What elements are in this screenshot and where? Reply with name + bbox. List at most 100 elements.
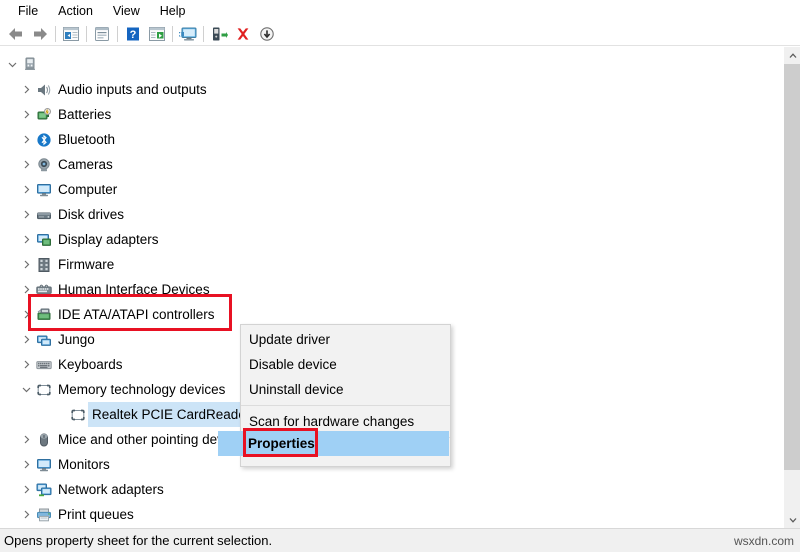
- properties-icon[interactable]: [90, 23, 114, 45]
- disk-drive-icon: [34, 202, 54, 227]
- toolbar: ?: [0, 22, 800, 46]
- chevron-right-icon[interactable]: [18, 477, 34, 502]
- monitor-icon: [34, 452, 54, 477]
- chevron-right-icon[interactable]: [18, 177, 34, 202]
- network-adapter-icon: [34, 477, 54, 502]
- forward-arrow-icon[interactable]: [28, 23, 52, 45]
- menu-action[interactable]: Action: [48, 2, 103, 20]
- toolbar-separator: [203, 26, 204, 42]
- tree-item-label: Realtek PCIE CardReader: [88, 402, 256, 427]
- memory-device-icon: [34, 377, 54, 402]
- chevron-right-icon[interactable]: [18, 427, 34, 452]
- ctx-properties[interactable]: Properties: [248, 431, 315, 456]
- chevron-right-icon[interactable]: [18, 102, 34, 127]
- tree-indent-spacer: [52, 402, 68, 427]
- chevron-right-icon[interactable]: [18, 77, 34, 102]
- chevron-down-icon[interactable]: [4, 52, 20, 77]
- firmware-icon: [34, 252, 54, 277]
- vertical-scrollbar[interactable]: [783, 47, 800, 528]
- monitor-icon: [34, 177, 54, 202]
- speaker-icon: [34, 77, 54, 102]
- mouse-icon: [34, 427, 54, 452]
- chevron-right-icon[interactable]: [18, 302, 34, 327]
- toolbar-separator: [172, 26, 173, 42]
- ctx-disable-device[interactable]: Disable device: [241, 352, 450, 377]
- tree-item-network-adapters[interactable]: Network adapters: [0, 477, 783, 502]
- tree-item-label: Print queues: [54, 502, 134, 527]
- ctx-update-driver[interactable]: Update driver: [241, 327, 450, 352]
- tree-item-cameras[interactable]: Cameras: [0, 152, 783, 177]
- tree-item-label: Cameras: [54, 152, 113, 177]
- tree-item-label: Memory technology devices: [54, 377, 225, 402]
- svg-text:?: ?: [130, 29, 137, 41]
- status-bar-text: Opens property sheet for the current sel…: [0, 533, 272, 548]
- watermark-text: wsxdn.com: [734, 534, 794, 548]
- uninstall-device-icon[interactable]: [231, 23, 255, 45]
- printer-icon: [34, 502, 54, 527]
- chevron-right-icon[interactable]: [18, 152, 34, 177]
- tree-item-label: Audio inputs and outputs: [54, 77, 207, 102]
- enable-device-icon[interactable]: [207, 23, 231, 45]
- tree-item-batteries[interactable]: Batteries: [0, 102, 783, 127]
- chevron-right-icon[interactable]: [18, 452, 34, 477]
- back-arrow-icon[interactable]: [4, 23, 28, 45]
- chevron-right-icon[interactable]: [18, 127, 34, 152]
- tree-item-label: Batteries: [54, 102, 111, 127]
- menu-help[interactable]: Help: [150, 2, 196, 20]
- chevron-right-icon[interactable]: [18, 252, 34, 277]
- chevron-down-icon[interactable]: [18, 377, 34, 402]
- tree-item-label: Bluetooth: [54, 127, 115, 152]
- tree-item-label: Keyboards: [54, 352, 123, 377]
- tree-item-label: Computer: [54, 177, 117, 202]
- toolbar-separator: [55, 26, 56, 42]
- tree-item-computer[interactable]: Computer: [0, 177, 783, 202]
- tree-item-label: Monitors: [54, 452, 110, 477]
- ctx-uninstall-device[interactable]: Uninstall device: [241, 377, 450, 402]
- context-menu-separator: [241, 405, 450, 406]
- memory-device-icon: [68, 402, 88, 427]
- camera-icon: [34, 152, 54, 177]
- menu-view[interactable]: View: [103, 2, 150, 20]
- update-driver-icon[interactable]: [145, 23, 169, 45]
- tree-item-label: Human Interface Devices: [54, 277, 210, 302]
- menu-bar: File Action View Help: [0, 0, 800, 22]
- tree-item-label: Display adapters: [54, 227, 159, 252]
- scan-hardware-changes-icon[interactable]: [176, 23, 200, 45]
- tree-item-label: Network adapters: [54, 477, 164, 502]
- jungo-icon: [34, 327, 54, 352]
- tree-item-display-adapters[interactable]: Display adapters: [0, 227, 783, 252]
- scroll-up-arrow-icon[interactable]: [784, 47, 800, 64]
- chevron-right-icon[interactable]: [18, 352, 34, 377]
- chevron-right-icon[interactable]: [18, 202, 34, 227]
- keyboard-icon: [34, 352, 54, 377]
- ide-controller-icon: [34, 302, 54, 327]
- hid-icon: [34, 277, 54, 302]
- toolbar-separator: [86, 26, 87, 42]
- tree-item-print-queues[interactable]: Print queues: [0, 502, 783, 527]
- disable-device-icon[interactable]: [255, 23, 279, 45]
- tree-root-node[interactable]: [0, 52, 783, 77]
- battery-icon: [34, 102, 54, 127]
- computer-icon: [20, 52, 40, 77]
- chevron-right-icon[interactable]: [18, 277, 34, 302]
- show-hide-console-tree-icon[interactable]: [59, 23, 83, 45]
- chevron-right-icon[interactable]: [18, 227, 34, 252]
- tree-item-human-interface-devices[interactable]: Human Interface Devices: [0, 277, 783, 302]
- chevron-right-icon[interactable]: [18, 327, 34, 352]
- menu-file[interactable]: File: [8, 2, 48, 20]
- tree-item-label: Disk drives: [54, 202, 124, 227]
- scrollbar-thumb[interactable]: [784, 64, 800, 470]
- status-bar: Opens property sheet for the current sel…: [0, 528, 800, 552]
- help-icon[interactable]: ?: [121, 23, 145, 45]
- toolbar-separator: [117, 26, 118, 42]
- tree-item-firmware[interactable]: Firmware: [0, 252, 783, 277]
- chevron-right-icon[interactable]: [18, 502, 34, 527]
- tree-item-label: IDE ATA/ATAPI controllers: [54, 302, 215, 327]
- tree-item-audio-inputs-and-outputs[interactable]: Audio inputs and outputs: [0, 77, 783, 102]
- scroll-down-arrow-icon[interactable]: [784, 511, 800, 528]
- tree-item-bluetooth[interactable]: Bluetooth: [0, 127, 783, 152]
- tree-item-label: Firmware: [54, 252, 114, 277]
- tree-item-label: Jungo: [54, 327, 95, 352]
- display-adapter-icon: [34, 227, 54, 252]
- tree-item-disk-drives[interactable]: Disk drives: [0, 202, 783, 227]
